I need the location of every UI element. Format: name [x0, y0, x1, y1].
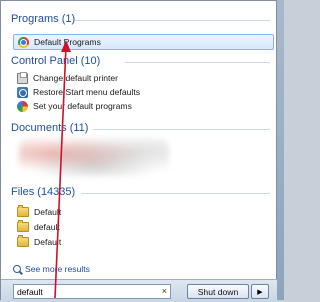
restore-icon — [17, 86, 28, 98]
default-programs-icon — [17, 100, 28, 112]
printer-icon — [17, 71, 28, 84]
shutdown-options-button[interactable]: ▶ — [251, 284, 269, 299]
result-default-programs[interactable]: Default Programs — [13, 34, 274, 50]
folder-icon — [17, 220, 29, 232]
search-icon — [13, 265, 21, 273]
result-file-default-1[interactable]: Default — [17, 205, 61, 219]
result-label: Change default printer — [33, 73, 119, 83]
blurred-documents-list — [19, 138, 169, 176]
folder-icon — [17, 235, 29, 247]
result-label: default — [34, 222, 60, 232]
menu-right-pane-edge — [277, 0, 284, 300]
search-input[interactable] — [17, 286, 147, 297]
result-file-default-3[interactable]: Default — [17, 235, 61, 249]
clear-search-icon[interactable]: × — [162, 286, 167, 296]
see-more-label: See more results — [25, 264, 90, 274]
programs-heading: Programs (1) — [11, 13, 76, 25]
folder-icon — [17, 205, 29, 217]
files-divider — [81, 193, 270, 194]
result-set-default-programs[interactable]: Set your default programs — [17, 99, 132, 113]
result-label: Default — [34, 237, 62, 247]
result-label: Set your default programs — [33, 101, 132, 111]
result-label: Default Programs — [34, 37, 101, 47]
result-label: Default — [34, 207, 62, 217]
control-panel-divider — [125, 62, 270, 63]
see-more-results-link[interactable]: See more results — [13, 264, 90, 274]
shutdown-button[interactable]: Shut down — [187, 284, 249, 299]
search-box[interactable]: × — [13, 284, 171, 299]
result-restore-start-menu-defaults[interactable]: Restore Start menu defaults — [17, 85, 140, 99]
documents-divider — [93, 129, 270, 130]
search-bar-area: × Shut down ▶ — [1, 279, 278, 302]
default-programs-icon — [18, 36, 29, 48]
programs-divider — [75, 20, 270, 21]
arrow-right-icon: ▶ — [257, 288, 263, 296]
result-label: Restore Start menu defaults — [33, 87, 140, 97]
result-change-default-printer[interactable]: Change default printer — [17, 71, 118, 85]
start-menu-search-results: Programs (1) Default Programs Control Pa… — [0, 0, 278, 302]
files-heading: Files (14335) — [11, 186, 76, 198]
documents-heading: Documents (11) — [11, 122, 89, 134]
result-file-default-2[interactable]: default — [17, 220, 60, 234]
control-panel-heading: Control Panel (10) — [11, 55, 101, 67]
